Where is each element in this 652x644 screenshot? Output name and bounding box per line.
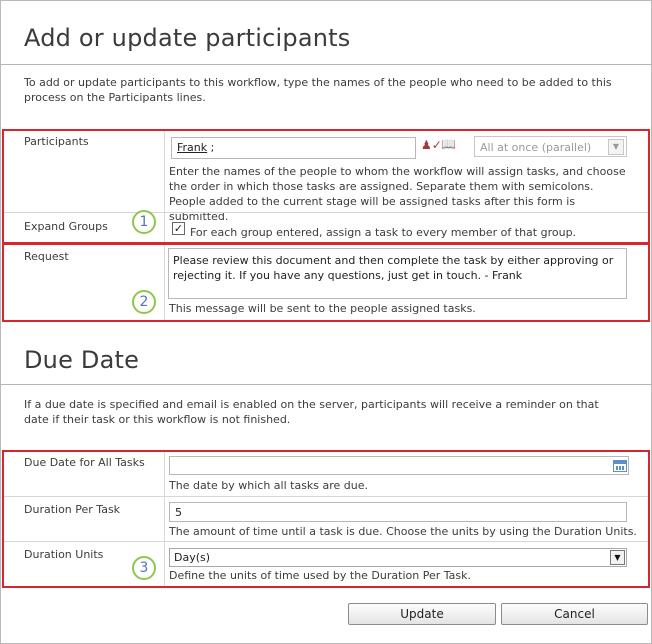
participant-separator: ; <box>207 141 215 154</box>
duration-units-select[interactable]: Day(s) ▼ <box>169 548 627 567</box>
callout-3: 3 <box>132 556 156 580</box>
section-description-due-date: If a due date is specified and email is … <box>24 398 599 426</box>
expand-groups-label: Expand Groups <box>24 220 108 233</box>
participants-help: Enter the names of the people to whom th… <box>169 165 626 223</box>
expand-groups-checkbox[interactable]: ✓ <box>172 222 185 235</box>
duration-units-value: Day(s) <box>174 551 211 564</box>
section-title-due-date: Due Date <box>24 346 140 374</box>
request-textarea[interactable]: Please review this document and then com… <box>168 248 627 299</box>
duration-input[interactable]: 5 <box>169 502 627 522</box>
row-divider <box>4 541 648 542</box>
due-date-help: The date by which all tasks are due. <box>169 479 369 492</box>
column-divider <box>164 452 165 586</box>
chevron-down-icon: ▼ <box>608 139 624 155</box>
callout-2: 2 <box>132 290 156 314</box>
duration-units-help: Define the units of time used by the Dur… <box>169 569 471 582</box>
calendar-icon[interactable] <box>613 460 627 472</box>
due-date-input[interactable] <box>169 456 629 475</box>
check-names-icon[interactable]: ♟✓ <box>421 138 442 152</box>
duration-units-label: Duration Units <box>24 548 104 561</box>
column-divider <box>164 245 165 320</box>
section-title-participants: Add or update participants <box>24 24 351 52</box>
duration-label: Duration Per Task <box>24 503 121 516</box>
cancel-button[interactable]: Cancel <box>501 603 648 625</box>
section-description-participants: To add or update participants to this wo… <box>24 76 612 104</box>
request-help: This message will be sent to the people … <box>169 302 476 315</box>
duration-help: The amount of time until a task is due. … <box>169 525 637 538</box>
expand-groups-checkbox-text: For each group entered, assign a task to… <box>190 226 577 239</box>
participant-name[interactable]: Frank <box>177 141 207 154</box>
chevron-down-icon[interactable]: ▼ <box>610 550 625 565</box>
callout-1: 1 <box>132 210 156 234</box>
participants-label: Participants <box>24 135 89 148</box>
due-date-label: Due Date for All Tasks <box>24 456 145 469</box>
column-divider <box>164 131 165 242</box>
row-divider <box>4 212 648 213</box>
update-button[interactable]: Update <box>348 603 496 625</box>
section-divider <box>0 64 652 65</box>
section-divider <box>0 384 652 385</box>
address-book-icon[interactable]: 📖 <box>441 137 456 151</box>
request-label: Request <box>24 250 69 263</box>
row-divider <box>4 496 648 497</box>
participant-order-select[interactable]: All at once (parallel) ▼ <box>474 136 627 157</box>
participant-order-value: All at once (parallel) <box>480 141 592 154</box>
participants-input[interactable]: Frank ; <box>171 137 416 159</box>
